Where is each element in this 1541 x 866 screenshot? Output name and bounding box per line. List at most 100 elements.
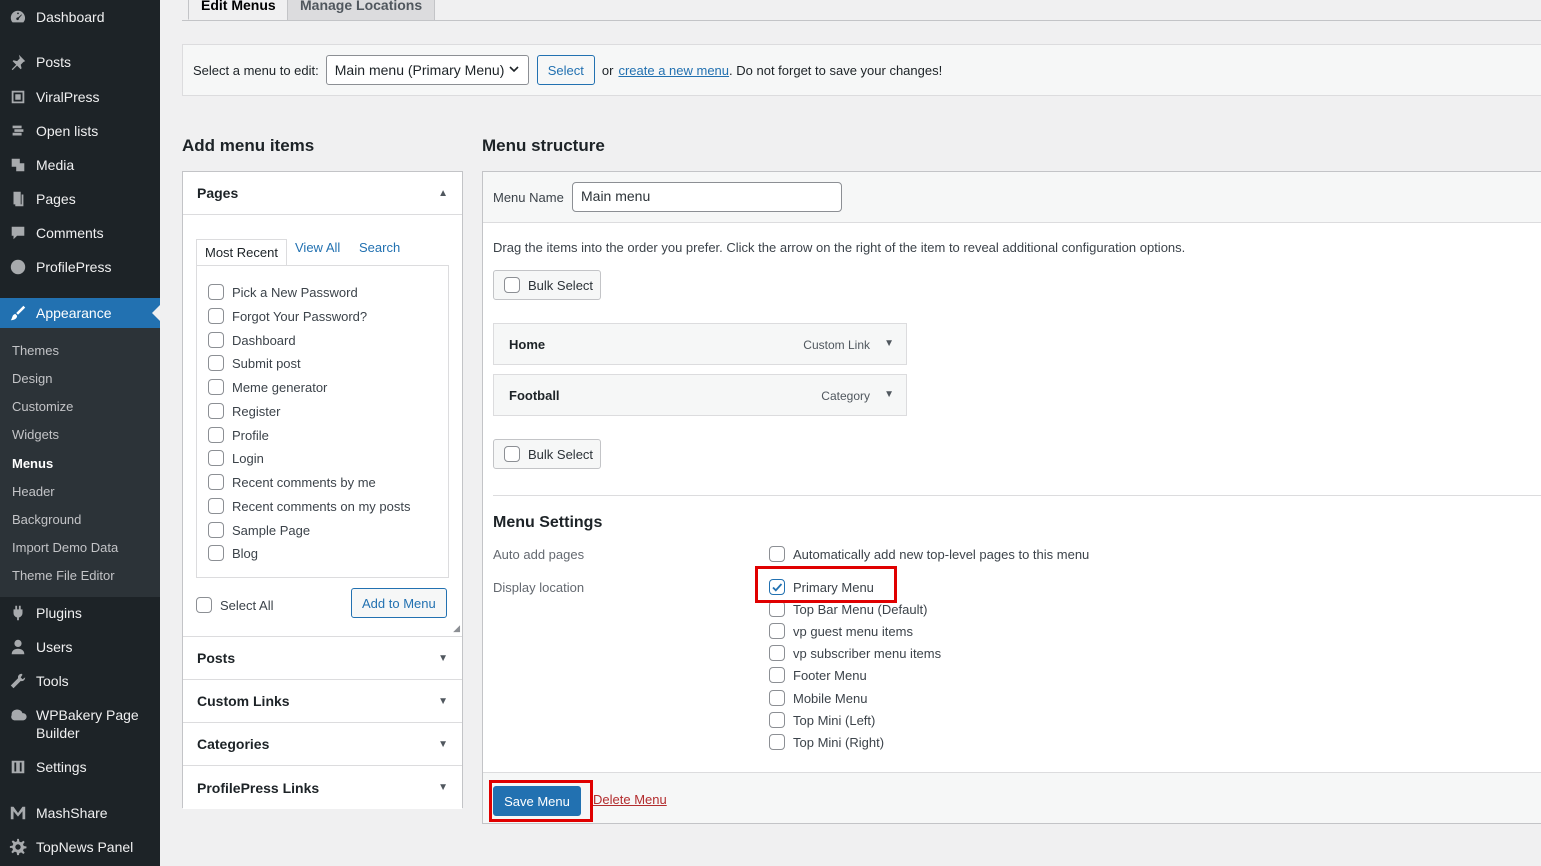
select-button[interactable]: Select (536, 55, 595, 85)
location-checkbox[interactable] (769, 690, 785, 706)
location-checkbox[interactable] (769, 601, 785, 617)
page-checkbox[interactable] (208, 474, 224, 490)
accordion-section-pages[interactable]: Pages ▲ (183, 172, 462, 215)
page-checkbox[interactable] (208, 355, 224, 371)
menu-item-home[interactable]: Home Custom Link ▼ (493, 323, 907, 365)
page-checklist: Pick a New Password Forgot Your Password… (196, 265, 449, 578)
submenu-item-themes[interactable]: Themes (12, 343, 59, 358)
chevron-down-icon: ▼ (438, 738, 448, 750)
list-item[interactable]: Recent comments on my posts (208, 498, 410, 514)
page-checkbox[interactable] (208, 403, 224, 419)
add-to-menu-button[interactable]: Add to Menu (351, 588, 447, 618)
list-item[interactable]: Blog (208, 545, 258, 561)
location-checkbox[interactable] (769, 623, 785, 639)
expand-arrow-icon[interactable]: ▼ (884, 389, 894, 400)
page-checkbox[interactable] (208, 284, 224, 300)
select-all-row[interactable]: Select All (196, 597, 273, 613)
expand-arrow-icon[interactable]: ▼ (884, 338, 894, 349)
submenu-item-customize[interactable]: Customize (12, 399, 73, 414)
page-checkbox[interactable] (208, 308, 224, 324)
accordion-section-categories[interactable]: Categories ▼ (183, 723, 462, 766)
sidebar-item-wpbakery[interactable]: WPBakery Page Builder (0, 706, 160, 742)
sidebar-item-pages[interactable]: Pages (0, 190, 160, 208)
sidebar-item-media[interactable]: Media (0, 156, 160, 174)
auto-add-checkbox[interactable] (769, 546, 785, 562)
sidebar-item-profilepress[interactable]: ProfilePress (0, 258, 160, 276)
sidebar-item-settings[interactable]: Settings (0, 758, 160, 776)
submenu-item-widgets[interactable]: Widgets (12, 427, 59, 442)
submenu-item-header[interactable]: Header (12, 484, 55, 499)
submenu-item-theme-file-editor[interactable]: Theme File Editor (12, 568, 115, 583)
page-checkbox[interactable] (208, 522, 224, 538)
accordion-section-profilepress-links[interactable]: ProfilePress Links ▼ (183, 766, 462, 809)
location-top-bar-menu[interactable]: Top Bar Menu (Default) (769, 601, 927, 617)
chevron-down-icon: ▼ (438, 782, 448, 793)
menu-item-football[interactable]: Football Category ▼ (493, 374, 907, 416)
location-footer-menu[interactable]: Footer Menu (769, 667, 867, 683)
sidebar-item-posts[interactable]: Posts (0, 53, 160, 71)
list-item[interactable]: Register (208, 403, 280, 419)
bulk-select-button-bottom[interactable]: Bulk Select (493, 439, 601, 469)
list-item[interactable]: Forgot Your Password? (208, 308, 367, 324)
sidebar-item-open-lists[interactable]: Open lists (0, 122, 160, 140)
auto-add-pages-label: Auto add pages (493, 547, 585, 562)
list-item[interactable]: Meme generator (208, 379, 327, 395)
sidebar-item-users[interactable]: Users (0, 638, 160, 656)
sidebar-item-appearance[interactable]: Appearance (0, 298, 160, 328)
location-vp-guest-menu[interactable]: vp guest menu items (769, 623, 913, 639)
viralpress-icon (0, 88, 36, 106)
sidebar-item-label: Open lists (36, 123, 99, 139)
page-checkbox[interactable] (208, 498, 224, 514)
page-checkbox[interactable] (208, 379, 224, 395)
select-all-checkbox[interactable] (196, 597, 212, 613)
sidebar-item-topnews-panel[interactable]: TopNews Panel (0, 838, 160, 856)
location-checkbox[interactable] (769, 712, 785, 728)
location-top-mini-right[interactable]: Top Mini (Right) (769, 734, 884, 750)
submenu-item-background[interactable]: Background (12, 512, 81, 527)
menu-select[interactable]: Main menu (Primary Menu) (325, 55, 529, 85)
bulk-select-button-top[interactable]: Bulk Select (493, 270, 601, 300)
resize-handle-icon[interactable]: ◢ (453, 623, 460, 634)
tab-search[interactable]: Search (359, 240, 400, 255)
accordion-section-posts[interactable]: Posts ▼ (183, 637, 462, 680)
location-checkbox[interactable] (769, 645, 785, 661)
wpbakery-icon (0, 706, 36, 724)
users-icon (0, 638, 36, 656)
sidebar-item-viralpress[interactable]: ViralPress (0, 88, 160, 106)
sidebar-item-dashboard[interactable]: Dashboard (0, 8, 160, 26)
location-checkbox[interactable] (769, 734, 785, 750)
page-checkbox[interactable] (208, 450, 224, 466)
list-item[interactable]: Recent comments by me (208, 474, 376, 490)
list-item[interactable]: Sample Page (208, 522, 310, 538)
sidebar-item-comments[interactable]: Comments (0, 224, 160, 242)
tab-manage-locations[interactable]: Manage Locations (287, 0, 436, 20)
list-item[interactable]: Submit post (208, 355, 301, 371)
submenu-item-import-demo[interactable]: Import Demo Data (12, 540, 118, 555)
submenu-item-menus[interactable]: Menus (12, 456, 53, 471)
sidebar-item-plugins[interactable]: Plugins (0, 604, 160, 622)
list-item[interactable]: Login (208, 450, 264, 466)
tab-most-recent[interactable]: Most Recent (196, 239, 287, 266)
menu-name-input[interactable]: Main menu (572, 182, 842, 212)
sidebar-item-mashshare[interactable]: MashShare (0, 804, 160, 822)
tab-view-all[interactable]: View All (295, 240, 340, 255)
tab-edit-menus[interactable]: Edit Menus (188, 0, 289, 20)
location-top-mini-left[interactable]: Top Mini (Left) (769, 712, 875, 728)
location-mobile-menu[interactable]: Mobile Menu (769, 690, 867, 706)
list-item[interactable]: Pick a New Password (208, 284, 358, 300)
pages-icon (0, 190, 36, 208)
page-checkbox[interactable] (208, 545, 224, 561)
auto-add-pages-option[interactable]: Automatically add new top-level pages to… (769, 546, 1089, 562)
accordion-section-custom-links[interactable]: Custom Links ▼ (183, 680, 462, 723)
page-checkbox[interactable] (208, 332, 224, 348)
create-new-menu-link[interactable]: create a new menu (618, 63, 729, 78)
submenu-item-design[interactable]: Design (12, 371, 52, 386)
list-item[interactable]: Profile (208, 427, 269, 443)
page-checkbox[interactable] (208, 427, 224, 443)
list-item[interactable]: Dashboard (208, 332, 296, 348)
location-vp-subscriber-menu[interactable]: vp subscriber menu items (769, 645, 941, 661)
delete-menu-link[interactable]: Delete Menu (593, 792, 667, 807)
save-reminder-text: . Do not forget to save your changes! (729, 62, 943, 78)
location-checkbox[interactable] (769, 667, 785, 683)
sidebar-item-tools[interactable]: Tools (0, 672, 160, 690)
